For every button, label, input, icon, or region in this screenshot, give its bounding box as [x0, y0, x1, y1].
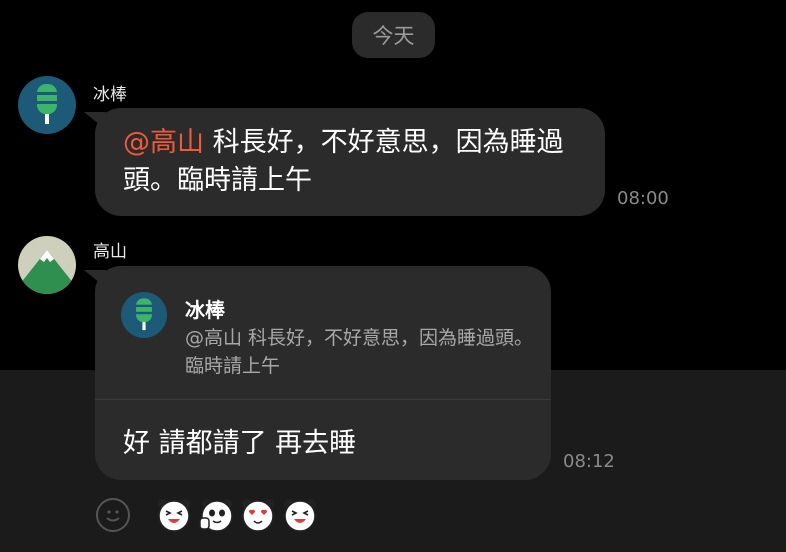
panda-laugh-sticker[interactable]: [157, 498, 191, 532]
message-bubble[interactable]: @高山 科長好，不好意思，因為睡過頭。臨時請上午: [95, 108, 605, 216]
message-timestamp: 08:00: [617, 188, 669, 209]
quoted-message[interactable]: 冰棒 @高山 科長好，不好意思，因為睡過頭。臨時請上午: [95, 266, 551, 400]
mountain-icon: [18, 236, 76, 294]
panda-thumbs-up-sticker[interactable]: [199, 498, 233, 532]
date-separator: 今天: [352, 12, 435, 58]
popsicle-icon: [18, 76, 76, 134]
panda-heart-eyes-sticker[interactable]: [241, 498, 275, 532]
quoted-sender: 冰棒: [185, 298, 225, 322]
message-text: 好 請都請了 再去睡: [123, 428, 357, 459]
avatar-mountain[interactable]: [18, 236, 76, 294]
message-timestamp: 08:12: [563, 451, 615, 472]
popsicle-icon: [121, 292, 167, 338]
sender-name: 高山: [93, 242, 127, 262]
quoted-text: @高山 科長好，不好意思，因為睡過頭。臨時請上午: [185, 327, 534, 377]
sender-name: 冰棒: [93, 85, 127, 105]
panda-laugh-sticker[interactable]: [283, 498, 317, 532]
quoted-avatar: [121, 292, 167, 338]
reply-message-bubble[interactable]: 冰棒 @高山 科長好，不好意思，因為睡過頭。臨時請上午 好 請都請了 再去睡: [95, 266, 551, 480]
smiley-icon[interactable]: [96, 498, 130, 532]
avatar-popsicle[interactable]: [18, 76, 76, 134]
mention-link[interactable]: @高山: [123, 127, 204, 158]
